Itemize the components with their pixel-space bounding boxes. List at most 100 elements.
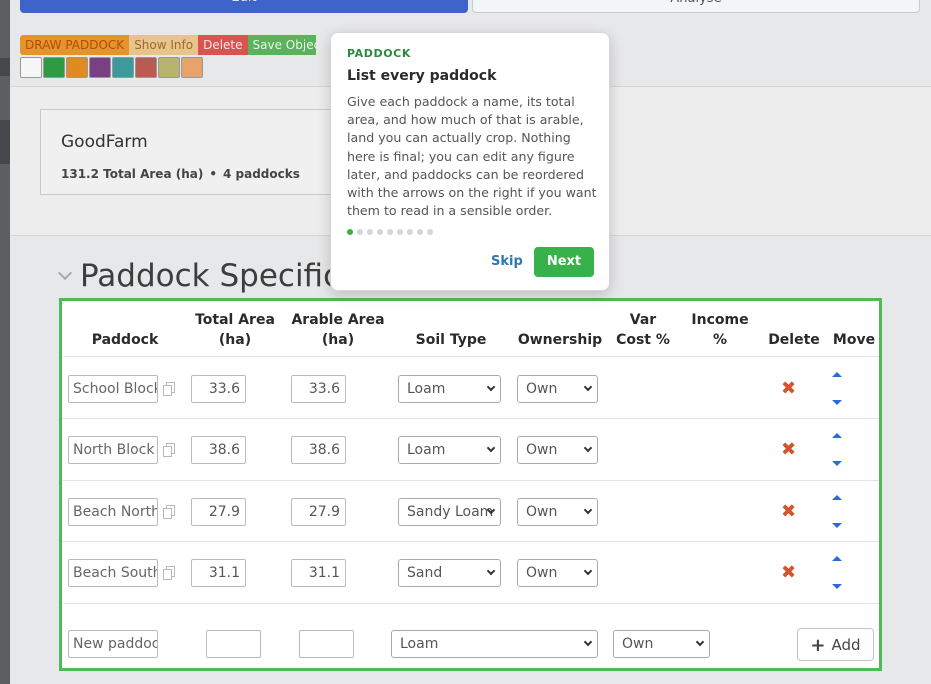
paddock-name-input[interactable]: School Block — [68, 375, 158, 403]
soil-type-select[interactable]: Loam — [398, 375, 501, 403]
popover-body: Give each paddock a name, its total area… — [347, 94, 597, 219]
soil-type-value: Sand — [407, 565, 443, 581]
ownership-value: Own — [526, 381, 558, 397]
chevron-down-icon[interactable] — [57, 265, 73, 281]
row-divider — [62, 480, 879, 481]
show-info-button[interactable]: Show Info — [129, 35, 199, 55]
soil-type-value: Sandy Loam — [407, 504, 494, 520]
farm-paddock-count: 4 paddocks — [223, 167, 300, 181]
move-up-icon[interactable] — [832, 495, 842, 500]
total-area-input[interactable]: 38.6 — [191, 436, 246, 464]
left-strip-segment — [0, 120, 10, 164]
color-swatch[interactable] — [135, 57, 157, 78]
chevron-down-icon — [486, 382, 496, 392]
delete-icon[interactable]: ✖ — [781, 380, 796, 398]
header-ownership: Ownership — [517, 332, 603, 348]
left-strip-segment — [0, 58, 10, 76]
draw-paddock-button[interactable]: DRAW PADDOCK — [20, 35, 130, 55]
paddock-table: Paddock Total Area (ha) Arable Area (ha)… — [59, 298, 882, 671]
new-paddock-soil-select[interactable]: Loam — [391, 630, 598, 658]
paddock-name-input[interactable]: North Block — [68, 436, 158, 464]
step-dot — [347, 229, 353, 235]
row-divider — [62, 356, 879, 357]
color-swatch[interactable] — [158, 57, 180, 78]
chevron-down-icon — [486, 443, 496, 453]
step-dot — [427, 229, 433, 235]
copy-icon[interactable] — [163, 505, 176, 519]
move-down-icon[interactable] — [832, 461, 842, 466]
edit-button[interactable]: Edit — [20, 0, 468, 13]
ownership-value: Own — [526, 442, 558, 458]
copy-icon[interactable] — [163, 443, 176, 457]
total-area-input[interactable]: 31.1 — [191, 559, 246, 587]
map-toolbar: DRAW PADDOCK Show Info Delete Save Objec… — [20, 35, 316, 55]
header-paddock: Paddock — [91, 332, 159, 348]
arable-area-input[interactable]: 31.1 — [291, 559, 346, 587]
chevron-down-icon — [583, 566, 593, 576]
color-swatch[interactable] — [43, 57, 65, 78]
soil-type-select[interactable]: Sand — [398, 559, 501, 587]
farm-name: GoodFarm — [61, 132, 148, 152]
save-objects-button[interactable]: Save Objects — [247, 35, 316, 55]
total-area-input[interactable]: 27.9 — [191, 498, 246, 526]
color-swatches — [20, 57, 203, 78]
skip-button[interactable]: Skip — [491, 254, 523, 269]
arable-area-input[interactable]: 27.9 — [291, 498, 346, 526]
new-paddock-ownership-select[interactable]: Own — [613, 630, 710, 658]
new-paddock-arable-input[interactable] — [299, 630, 354, 658]
add-paddock-button[interactable]: + Add — [797, 628, 874, 661]
move-up-icon[interactable] — [832, 556, 842, 561]
color-swatch[interactable] — [20, 57, 42, 78]
delete-icon[interactable]: ✖ — [781, 503, 796, 521]
next-button[interactable]: Next — [534, 247, 594, 277]
popover-kicker: PADDOCK — [347, 47, 411, 60]
move-down-icon[interactable] — [832, 400, 842, 405]
analyse-button[interactable]: Analyse — [472, 0, 920, 13]
arable-area-input[interactable]: 33.6 — [291, 375, 346, 403]
step-dot — [387, 229, 393, 235]
chevron-down-icon — [583, 505, 593, 515]
header-total-area: Total Area (ha) — [195, 312, 275, 348]
delete-icon[interactable]: ✖ — [781, 441, 796, 459]
move-down-icon[interactable] — [832, 523, 842, 528]
soil-type-select[interactable]: Loam — [398, 436, 501, 464]
farm-summary-card: GoodFarm 131.2 Total Area (ha) • 4 paddock… — [40, 109, 340, 195]
copy-icon[interactable] — [163, 566, 176, 580]
color-swatch[interactable] — [181, 57, 203, 78]
arable-area-input[interactable]: 38.6 — [291, 436, 346, 464]
color-swatch[interactable] — [112, 57, 134, 78]
paddock-name-input[interactable]: Beach North — [68, 498, 158, 526]
header-move: Move — [832, 332, 876, 348]
paddock-name-input[interactable]: Beach South — [68, 559, 158, 587]
add-label: Add — [831, 636, 861, 654]
chevron-down-icon — [486, 566, 496, 576]
ownership-value: Own — [526, 504, 558, 520]
header-soil-type: Soil Type — [415, 332, 487, 348]
new-paddock-total-input[interactable] — [206, 630, 261, 658]
soil-type-select[interactable]: Sandy Loam — [398, 498, 501, 526]
step-dot — [417, 229, 423, 235]
header-delete: Delete — [768, 332, 820, 348]
ownership-value: Own — [526, 565, 558, 581]
ownership-select[interactable]: Own — [517, 498, 598, 526]
delete-button[interactable]: Delete — [198, 35, 248, 55]
ownership-select[interactable]: Own — [517, 436, 598, 464]
farm-total-area: 131.2 Total Area (ha) — [61, 167, 204, 181]
total-area-input[interactable]: 33.6 — [191, 375, 246, 403]
delete-icon[interactable]: ✖ — [781, 564, 796, 582]
move-up-icon[interactable] — [832, 372, 842, 377]
ownership-select[interactable]: Own — [517, 559, 598, 587]
copy-icon[interactable] — [163, 382, 176, 396]
header-income: Income % — [691, 312, 749, 348]
move-down-icon[interactable] — [832, 584, 842, 589]
step-dot — [407, 229, 413, 235]
color-swatch[interactable] — [89, 57, 111, 78]
soil-type-value: Loam — [407, 381, 446, 397]
ownership-select[interactable]: Own — [517, 375, 598, 403]
header-arable-area: Arable Area (ha) — [291, 312, 385, 348]
farm-stats: 131.2 Total Area (ha) • 4 paddocks — [61, 167, 300, 181]
separator-dot: • — [209, 167, 217, 181]
color-swatch[interactable] — [66, 57, 88, 78]
move-up-icon[interactable] — [832, 433, 842, 438]
new-paddock-name-input[interactable]: New paddock — [68, 630, 158, 658]
